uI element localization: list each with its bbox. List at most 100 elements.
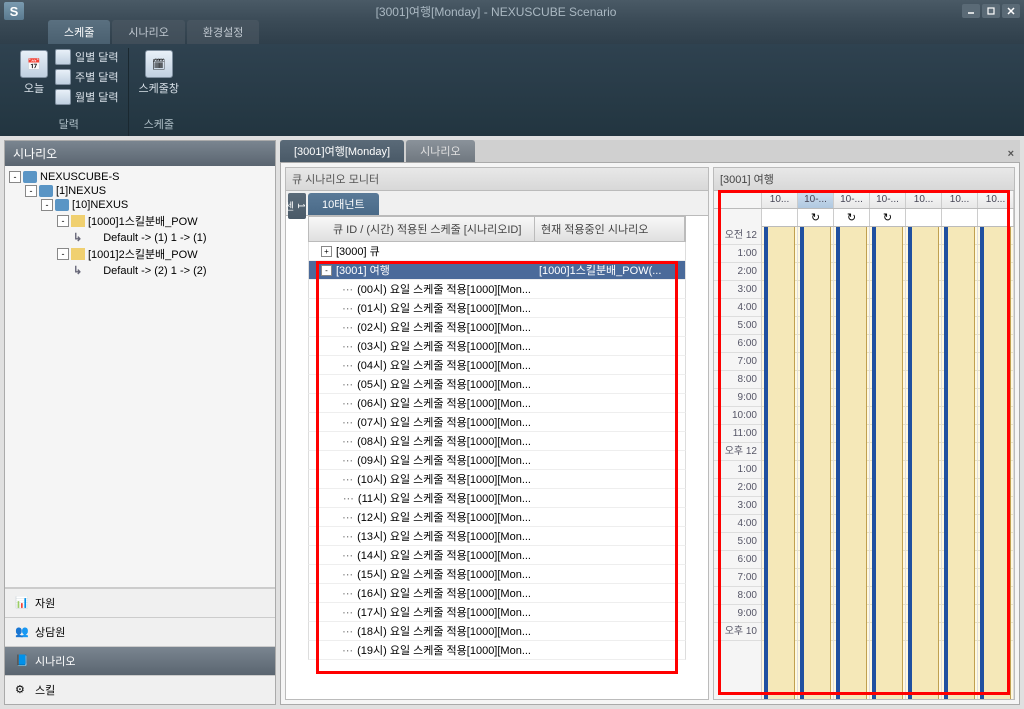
day-column[interactable] [798,227,834,699]
scenario-tree[interactable]: -NEXUSCUBE-S-[1]NEXUS-[10]NEXUS-[1000]1스… [5,166,275,588]
schedule-body[interactable]: 오전 121:002:003:004:005:006:007:008:009:0… [714,227,1014,699]
day-column[interactable] [906,227,942,699]
grid-row[interactable]: ⋯(02시) 요일 스케줄 적용[1000][Mon... [308,318,686,337]
schedule-refresh-cell[interactable] [762,209,798,226]
side-tab-bars[interactable]: 📊자원 [5,588,275,617]
time-label: 2:00 [714,479,761,497]
minimize-button[interactable] [962,4,980,18]
grid-row[interactable]: ⋯(05시) 요일 스케줄 적용[1000][Mon... [308,375,686,394]
grid-row[interactable]: ⋯(10시) 요일 스케줄 적용[1000][Mon... [308,470,686,489]
row-leaf-icon: ⋯ [343,492,354,505]
ribbon-tab-scenario[interactable]: 시나리오 [112,20,184,44]
ribbon-tab-settings[interactable]: 환경설정 [187,20,259,44]
day-column[interactable] [834,227,870,699]
ribbon-button-daily[interactable]: 일별 달력 [54,48,120,66]
schedule-refresh-cell[interactable]: ↻ [870,209,906,226]
grid-row[interactable]: ⋯(07시) 요일 스케줄 적용[1000][Mon... [308,413,686,432]
ribbon-button-today[interactable]: 📅 오늘 [18,48,50,98]
row-toggle-icon[interactable]: + [321,246,332,257]
row-label: [3001] 여행 [336,262,390,278]
tree-node-label: [1000]1스킬분배_POW [88,213,198,229]
grid-row[interactable]: ⋯(09시) 요일 스케줄 적용[1000][Mon... [308,451,686,470]
schedule-day-header[interactable]: 10-... [798,191,834,208]
tree-toggle-icon[interactable]: - [57,248,69,260]
grid-cell: ⋯(07시) 요일 스케줄 적용[1000][Mon... [309,413,535,431]
ribbon-button-monthly[interactable]: 월별 달력 [54,88,120,106]
grid-cell: [1000]1스킬분배_POW(... [535,261,685,279]
grid-row[interactable]: ⋯(15시) 요일 스케줄 적용[1000][Mon... [308,565,686,584]
schedule-refresh-cell[interactable] [906,209,942,226]
tree-toggle-icon[interactable]: - [41,199,53,211]
grid-row[interactable]: ⋯(11시) 요일 스케줄 적용[1000][Mon... [308,489,686,508]
ribbon-tab-schedule[interactable]: 스케줄 [48,20,110,44]
schedule-day-header[interactable]: 10-... [870,191,906,208]
time-label: 8:00 [714,587,761,605]
appointment-bar[interactable] [944,227,975,699]
grid-cell [535,622,685,640]
ribbon-label: 스케줄창 [139,80,179,96]
doc-close-button[interactable]: × [1002,146,1020,162]
appointment-bar[interactable] [872,227,903,699]
grid-cell [535,603,685,621]
grid-row[interactable]: ⋯(00시) 요일 스케줄 적용[1000][Mon... [308,280,686,299]
schedule-refresh-cell[interactable] [942,209,978,226]
schedule-refresh-cell[interactable]: ↻ [834,209,870,226]
tree-toggle-icon[interactable]: - [25,185,37,197]
tree-node[interactable]: ↳Default -> (2) 1 -> (2) [9,263,271,278]
doc-tab-active[interactable]: [3001]여행[Monday] [280,140,404,162]
grid-row[interactable]: ⋯(17시) 요일 스케줄 적용[1000][Mon... [308,603,686,622]
row-leaf-icon: ⋯ [342,587,353,600]
schedule-day-header[interactable]: 10-... [834,191,870,208]
schedule-day-header[interactable]: 10... [942,191,978,208]
time-label: 5:00 [714,317,761,335]
tree-node[interactable]: -NEXUSCUBE-S [9,170,271,184]
grid-row[interactable]: ⋯(19시) 요일 스케줄 적용[1000][Mon... [308,641,686,660]
grid-row[interactable]: ⋯(01시) 요일 스케줄 적용[1000][Mon... [308,299,686,318]
appointment-bar[interactable] [836,227,867,699]
schedule-day-header[interactable]: 10... [906,191,942,208]
tree-node[interactable]: - [1000]1스킬분배_POW [9,212,271,230]
grid-row[interactable]: -[3001] 여행 [1000]1스킬분배_POW(... [308,261,686,280]
grid-row[interactable]: ⋯(13시) 요일 스케줄 적용[1000][Mon... [308,527,686,546]
schedule-refresh-cell[interactable] [978,209,1014,226]
appointment-bar[interactable] [908,227,939,699]
grid-row[interactable]: ⋯(16시) 요일 스케줄 적용[1000][Mon... [308,584,686,603]
row-toggle-icon[interactable]: - [321,265,332,276]
grid-row[interactable]: ⋯(03시) 요일 스케줄 적용[1000][Mon... [308,337,686,356]
grid-row[interactable]: ⋯(14시) 요일 스케줄 적용[1000][Mon... [308,546,686,565]
close-button[interactable] [1002,4,1020,18]
tree-node[interactable]: ↳Default -> (1) 1 -> (1) [9,230,271,245]
tree-toggle-icon[interactable]: - [9,171,21,183]
day-column[interactable] [978,227,1014,699]
tenant-tab[interactable]: 10태넌트 [308,193,379,215]
day-column[interactable] [870,227,906,699]
grid-row[interactable]: ⋯(12시) 요일 스케줄 적용[1000][Mon... [308,508,686,527]
appointment-bar[interactable] [764,227,795,699]
tree-node[interactable]: -[1]NEXUS [9,184,271,198]
side-tab-skill[interactable]: ⚙스킬 [5,675,275,704]
grid-cell [535,546,685,564]
schedule-day-header[interactable]: 10... [762,191,798,208]
day-column[interactable] [762,227,798,699]
appointment-bar[interactable] [980,227,1011,699]
doc-tab-scenario[interactable]: 시나리오 [406,140,474,162]
appointment-bar[interactable] [800,227,831,699]
calendar-icon [55,69,71,85]
grid-row[interactable]: ⋯(04시) 요일 스케줄 적용[1000][Mon... [308,356,686,375]
queue-grid[interactable]: 큐 ID / (시간) 적용된 스케줄 [시나리오ID] 현재 적용중인 시나리… [286,216,708,699]
grid-row[interactable]: ⋯(08시) 요일 스케줄 적용[1000][Mon... [308,432,686,451]
grid-row[interactable]: +[3000] 큐 [308,242,686,261]
schedule-day-header[interactable]: 10... [978,191,1014,208]
side-tab-book[interactable]: 📘시나리오 [5,646,275,675]
side-tab-people[interactable]: 👥상담원 [5,617,275,646]
ribbon-button-schedule-window[interactable]: 🗓 스케줄창 [137,48,181,98]
maximize-button[interactable] [982,4,1000,18]
ribbon-button-weekly[interactable]: 주별 달력 [54,68,120,86]
grid-row[interactable]: ⋯(18시) 요일 스케줄 적용[1000][Mon... [308,622,686,641]
tree-toggle-icon[interactable]: - [57,215,69,227]
tree-node[interactable]: -[10]NEXUS [9,198,271,212]
day-column[interactable] [942,227,978,699]
tree-node[interactable]: -[1001]2스킬분배_POW [9,245,271,263]
schedule-refresh-cell[interactable]: ↻ [798,209,834,226]
grid-row[interactable]: ⋯(06시) 요일 스케줄 적용[1000][Mon... [308,394,686,413]
